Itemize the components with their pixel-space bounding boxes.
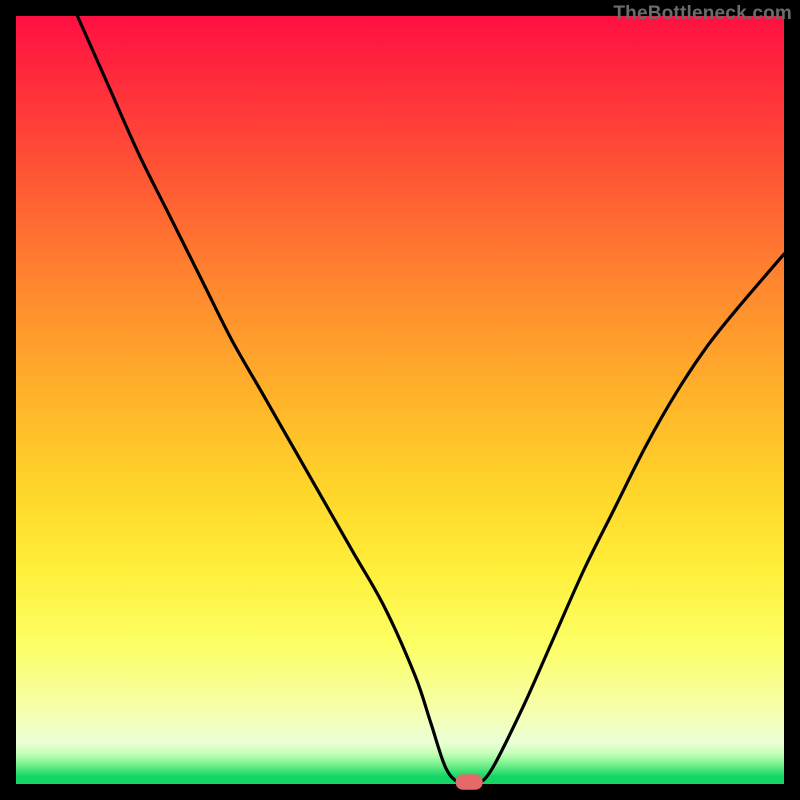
chart-frame: TheBottleneck.com	[0, 0, 800, 800]
plot-area	[16, 16, 784, 784]
bottleneck-curve	[16, 16, 784, 784]
watermark-text: TheBottleneck.com	[613, 3, 792, 25]
curve-line	[77, 16, 784, 786]
optimum-marker	[456, 774, 483, 789]
